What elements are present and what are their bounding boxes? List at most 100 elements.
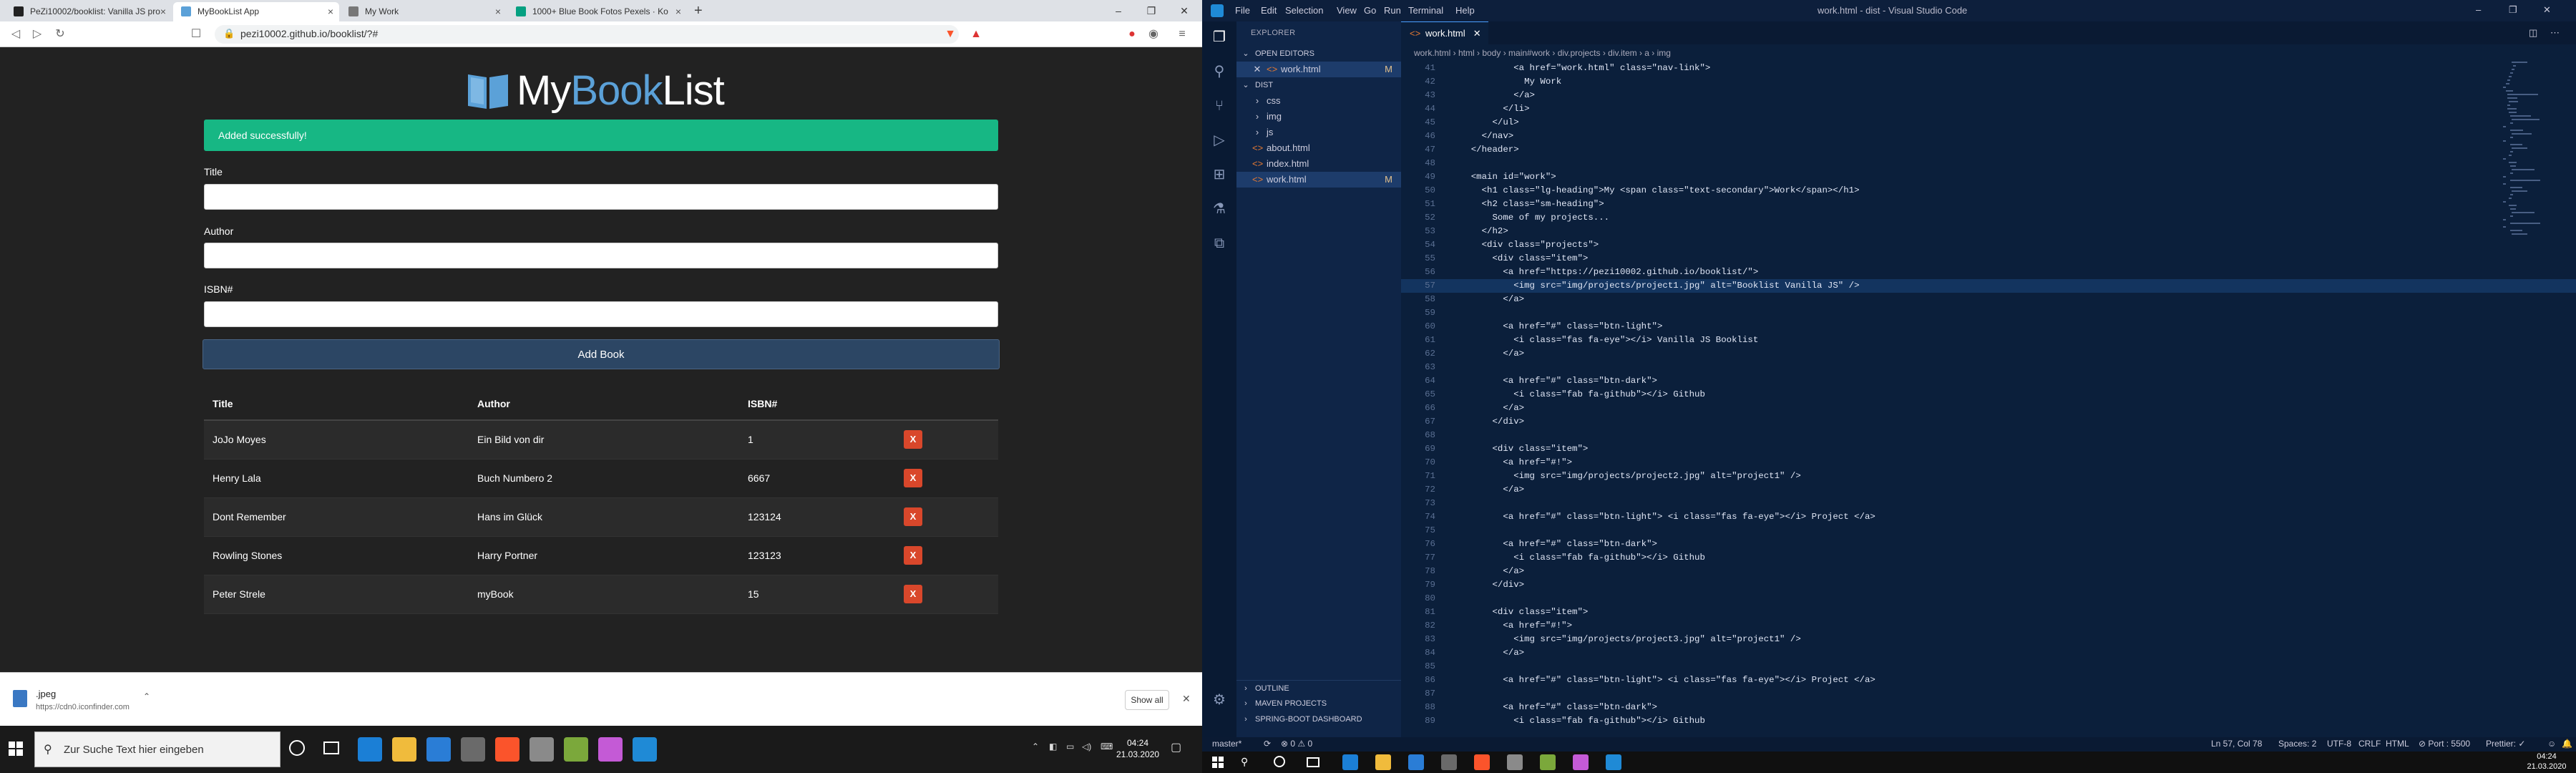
line-number[interactable]: 57 — [1401, 279, 1435, 293]
chevron-up-icon[interactable]: ⌃ — [143, 691, 150, 701]
settings-icon[interactable] — [530, 737, 554, 762]
code-text[interactable]: <a href="#" class="btn-dark"> — [1450, 701, 1657, 714]
code-text[interactable]: <main id="work"> — [1450, 170, 1556, 184]
search-icon[interactable]: ⚲ — [1241, 756, 1248, 768]
code-line[interactable]: 61 <i class="fas fa-eye"></i> Vanilla JS… — [1401, 334, 2576, 347]
code-line[interactable]: 45 </ul> — [1401, 116, 2576, 130]
status-cursor-position[interactable]: Ln 57, Col 78 — [2211, 739, 2262, 749]
code-line[interactable]: 47 </header> — [1401, 143, 2576, 157]
code-text[interactable]: <a href="#" class="btn-light"> — [1450, 320, 1662, 334]
line-number[interactable]: 50 — [1401, 184, 1435, 198]
line-number[interactable]: 65 — [1401, 388, 1435, 402]
menu-run[interactable]: Run — [1384, 5, 1401, 16]
profile-icon[interactable]: ◉ — [1145, 26, 1162, 43]
close-tab-icon[interactable]: × — [160, 2, 166, 21]
code-line[interactable]: 71 <img src="img/projects/project2.jpg" … — [1401, 470, 2576, 483]
code-text[interactable]: <i class="fab fa-github"></i> Github — [1450, 388, 1705, 402]
code-text[interactable]: <h2 class="sm-heading"> — [1450, 198, 1604, 211]
line-number[interactable]: 69 — [1401, 442, 1435, 456]
extensions-icon[interactable]: ⊞ — [1211, 166, 1228, 183]
editor-tab-work-html[interactable]: <> work.html ✕ — [1401, 21, 1488, 44]
app-icon[interactable] — [1573, 754, 1589, 770]
line-number[interactable]: 53 — [1401, 225, 1435, 238]
code-line[interactable]: 79 </div> — [1401, 578, 2576, 592]
code-text[interactable]: <h1 class="lg-heading">My <span class="t… — [1450, 184, 1860, 198]
minimap[interactable] — [2503, 62, 2567, 276]
code-text[interactable]: </div> — [1450, 578, 1524, 592]
spring-boot-section[interactable]: › SPRING-BOOT DASHBOARD — [1236, 711, 1401, 727]
code-editor[interactable]: 41 <a href="work.html" class="nav-link">… — [1401, 62, 2576, 737]
code-line[interactable]: 55 <div class="item"> — [1401, 252, 2576, 266]
code-line[interactable]: 76 <a href="#" class="btn-dark"> — [1401, 538, 2576, 551]
edge-icon[interactable] — [1342, 754, 1358, 770]
maven-section[interactable]: › MAVEN PROJECTS — [1236, 696, 1401, 711]
line-number[interactable]: 83 — [1401, 633, 1435, 646]
notifications-icon[interactable]: 🔔 — [2562, 739, 2572, 749]
edge-icon[interactable] — [358, 737, 382, 762]
tree-item-about[interactable]: <> about.html — [1236, 140, 1401, 156]
code-text[interactable]: <img src="img/projects/project2.jpg" alt… — [1450, 470, 1801, 483]
line-number[interactable]: 75 — [1401, 524, 1435, 538]
code-text[interactable]: <div class="projects"> — [1450, 238, 1599, 252]
line-number[interactable]: 86 — [1401, 674, 1435, 687]
code-text[interactable]: <i class="fab fa-github"></i> Github — [1450, 714, 1705, 728]
line-number[interactable]: 64 — [1401, 374, 1435, 388]
close-download-bar-icon[interactable]: ✕ — [1182, 693, 1191, 705]
code-text[interactable]: <i class="fas fa-eye"></i> Vanilla JS Bo… — [1450, 334, 1758, 347]
security-icon[interactable] — [461, 737, 485, 762]
vscode-icon[interactable] — [633, 737, 657, 762]
code-text[interactable]: </ul> — [1450, 116, 1518, 130]
line-number[interactable]: 87 — [1401, 687, 1435, 701]
task-view-icon[interactable] — [1307, 757, 1319, 767]
close-window-button[interactable]: ✕ — [2543, 4, 2551, 16]
tray-app-icon[interactable]: ◧ — [1049, 742, 1057, 752]
maximize-button[interactable]: ❐ — [1135, 0, 1168, 21]
breadcrumb[interactable]: work.html › html › body › main#work › di… — [1401, 44, 2576, 62]
code-line[interactable]: 50 <h1 class="lg-heading">My <span class… — [1401, 184, 2576, 198]
menu-icon[interactable]: ≡ — [1174, 26, 1191, 43]
code-line[interactable]: 63 — [1401, 361, 2576, 374]
close-window-button[interactable]: ✕ — [1168, 0, 1201, 21]
code-line[interactable]: 54 <div class="projects"> — [1401, 238, 2576, 252]
line-number[interactable]: 49 — [1401, 170, 1435, 184]
code-line[interactable]: 53 </h2> — [1401, 225, 2576, 238]
line-number[interactable]: 46 — [1401, 130, 1435, 143]
code-text[interactable]: <i class="fab fa-github"></i> Github — [1450, 551, 1705, 565]
delete-button[interactable]: X — [904, 585, 922, 603]
code-line[interactable]: 65 <i class="fab fa-github"></i> Github — [1401, 388, 2576, 402]
minimize-button[interactable]: – — [1102, 0, 1135, 21]
browser-tab-pexels[interactable]: 1000+ Blue Book Fotos Pexels · Ko × — [508, 2, 687, 21]
tray-language-icon[interactable]: ⌨ — [1101, 742, 1113, 752]
code-line[interactable]: 88 <a href="#" class="btn-dark"> — [1401, 701, 2576, 714]
status-problems[interactable]: ⊗ 0 ⚠ 0 — [1281, 739, 1312, 749]
line-number[interactable]: 47 — [1401, 143, 1435, 157]
remote-icon[interactable]: ⧉ — [1211, 235, 1228, 252]
code-line[interactable]: 66 </a> — [1401, 402, 2576, 415]
code-line[interactable]: 58 </a> — [1401, 293, 2576, 306]
code-line[interactable]: 69 <div class="item"> — [1401, 442, 2576, 456]
status-language[interactable]: HTML — [2386, 739, 2409, 749]
menu-view[interactable]: View — [1337, 5, 1357, 16]
code-line[interactable]: 78 </a> — [1401, 565, 2576, 578]
source-control-icon[interactable]: ⑂ — [1211, 97, 1228, 115]
code-line[interactable]: 73 — [1401, 497, 2576, 510]
code-line[interactable]: 80 — [1401, 592, 2576, 606]
line-number[interactable]: 71 — [1401, 470, 1435, 483]
maximize-button[interactable]: ❐ — [2509, 4, 2517, 16]
taskbar-clock[interactable]: 04:24 21.03.2020 — [2520, 752, 2573, 772]
code-text[interactable]: <div class="item"> — [1450, 606, 1588, 619]
code-line[interactable]: 43 </a> — [1401, 89, 2576, 102]
tray-network-icon[interactable]: ▭ — [1066, 742, 1074, 752]
code-line[interactable]: 48 — [1401, 157, 2576, 170]
code-line[interactable]: 87 — [1401, 687, 2576, 701]
code-line[interactable]: 49 <main id="work"> — [1401, 170, 2576, 184]
status-branch[interactable]: master* — [1212, 739, 1241, 749]
extension-icon[interactable]: ● — [1123, 26, 1141, 43]
line-number[interactable]: 44 — [1401, 102, 1435, 116]
code-line[interactable]: 42 My Work — [1401, 75, 2576, 89]
cortana-icon[interactable] — [289, 740, 305, 756]
menu-edit[interactable]: Edit — [1261, 5, 1277, 16]
close-tab-icon[interactable]: ✕ — [1473, 22, 1481, 45]
line-number[interactable]: 41 — [1401, 62, 1435, 75]
windows-start-icon[interactable] — [1212, 757, 1224, 768]
